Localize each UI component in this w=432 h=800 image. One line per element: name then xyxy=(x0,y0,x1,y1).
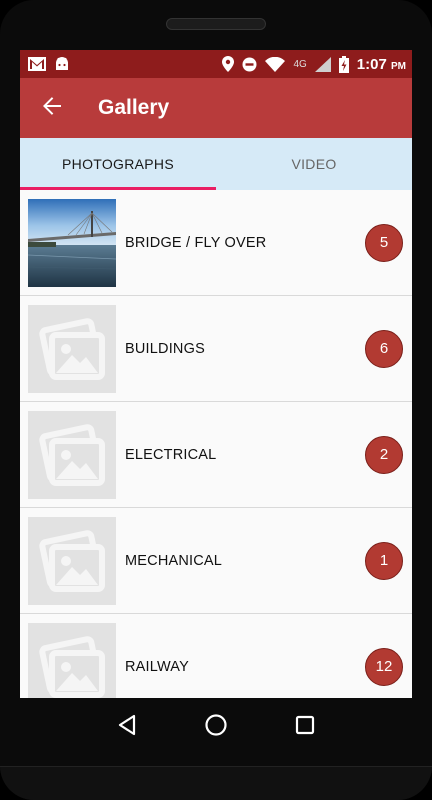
phone-frame: 4G 1:07 PM Gallery PHOTOGRAPHS VIDEO BRI… xyxy=(0,0,432,800)
gallery-item-bridge-fly-over[interactable]: BRIDGE / FLY OVER 5 xyxy=(20,190,412,296)
system-nav-bar xyxy=(0,698,432,756)
placeholder-image-icon xyxy=(28,410,116,499)
tab-photographs[interactable]: PHOTOGRAPHS xyxy=(20,138,216,190)
gallery-item-mechanical[interactable]: MECHANICAL 1 xyxy=(20,508,412,614)
battery-charging-icon xyxy=(338,55,349,73)
wifi-icon xyxy=(265,56,286,72)
android-icon xyxy=(54,57,70,71)
back-triangle-icon xyxy=(117,714,137,741)
gallery-item-label: ELECTRICAL xyxy=(125,446,217,463)
do-not-disturb-icon xyxy=(242,57,257,72)
gallery-list: BRIDGE / FLY OVER 5 BUILDINGS 6 ELECTRIC… xyxy=(20,190,412,698)
placeholder-image-icon xyxy=(28,304,116,393)
status-time: 1:07 xyxy=(356,55,387,73)
arrow-back-icon xyxy=(42,96,62,121)
gallery-item-label: BUILDINGS xyxy=(125,340,205,357)
count-badge: 2 xyxy=(365,435,403,474)
earpiece-speaker xyxy=(166,18,266,30)
app-screen: 4G 1:07 PM Gallery PHOTOGRAPHS VIDEO BRI… xyxy=(20,50,412,698)
home-circle-icon xyxy=(204,713,228,742)
location-icon xyxy=(222,56,235,72)
nav-home-button[interactable] xyxy=(201,712,231,742)
gmail-icon xyxy=(28,57,46,71)
network-type-label: 4G xyxy=(293,58,307,70)
gallery-item-railway[interactable]: RAILWAY 12 xyxy=(20,614,412,698)
status-clock: 1:07 PM xyxy=(357,56,406,73)
app-bar: Gallery xyxy=(20,78,412,138)
tab-bar: PHOTOGRAPHS VIDEO xyxy=(20,138,412,190)
count-badge: 12 xyxy=(365,647,403,686)
recents-square-icon xyxy=(295,715,315,740)
phone-chin xyxy=(0,766,432,800)
count-badge: 6 xyxy=(365,329,403,368)
count-badge: 1 xyxy=(365,541,403,580)
cell-signal-icon xyxy=(314,56,331,72)
placeholder-image-icon xyxy=(28,516,116,605)
gallery-item-label: MECHANICAL xyxy=(125,552,223,569)
tab-video[interactable]: VIDEO xyxy=(216,138,412,190)
back-button[interactable] xyxy=(38,94,66,122)
gallery-item-label: BRIDGE / FLY OVER xyxy=(125,234,267,251)
nav-recents-button[interactable] xyxy=(290,712,320,742)
status-time-suffix: PM xyxy=(391,60,406,72)
bridge-photo-thumbnail xyxy=(28,198,116,287)
gallery-item-electrical[interactable]: ELECTRICAL 2 xyxy=(20,402,412,508)
placeholder-image-icon xyxy=(28,622,116,698)
nav-back-button[interactable] xyxy=(112,712,142,742)
gallery-item-label: RAILWAY xyxy=(125,658,189,675)
count-badge: 5 xyxy=(365,223,403,262)
status-bar: 4G 1:07 PM xyxy=(20,50,412,78)
gallery-item-buildings[interactable]: BUILDINGS 6 xyxy=(20,296,412,402)
page-title: Gallery xyxy=(98,96,170,119)
